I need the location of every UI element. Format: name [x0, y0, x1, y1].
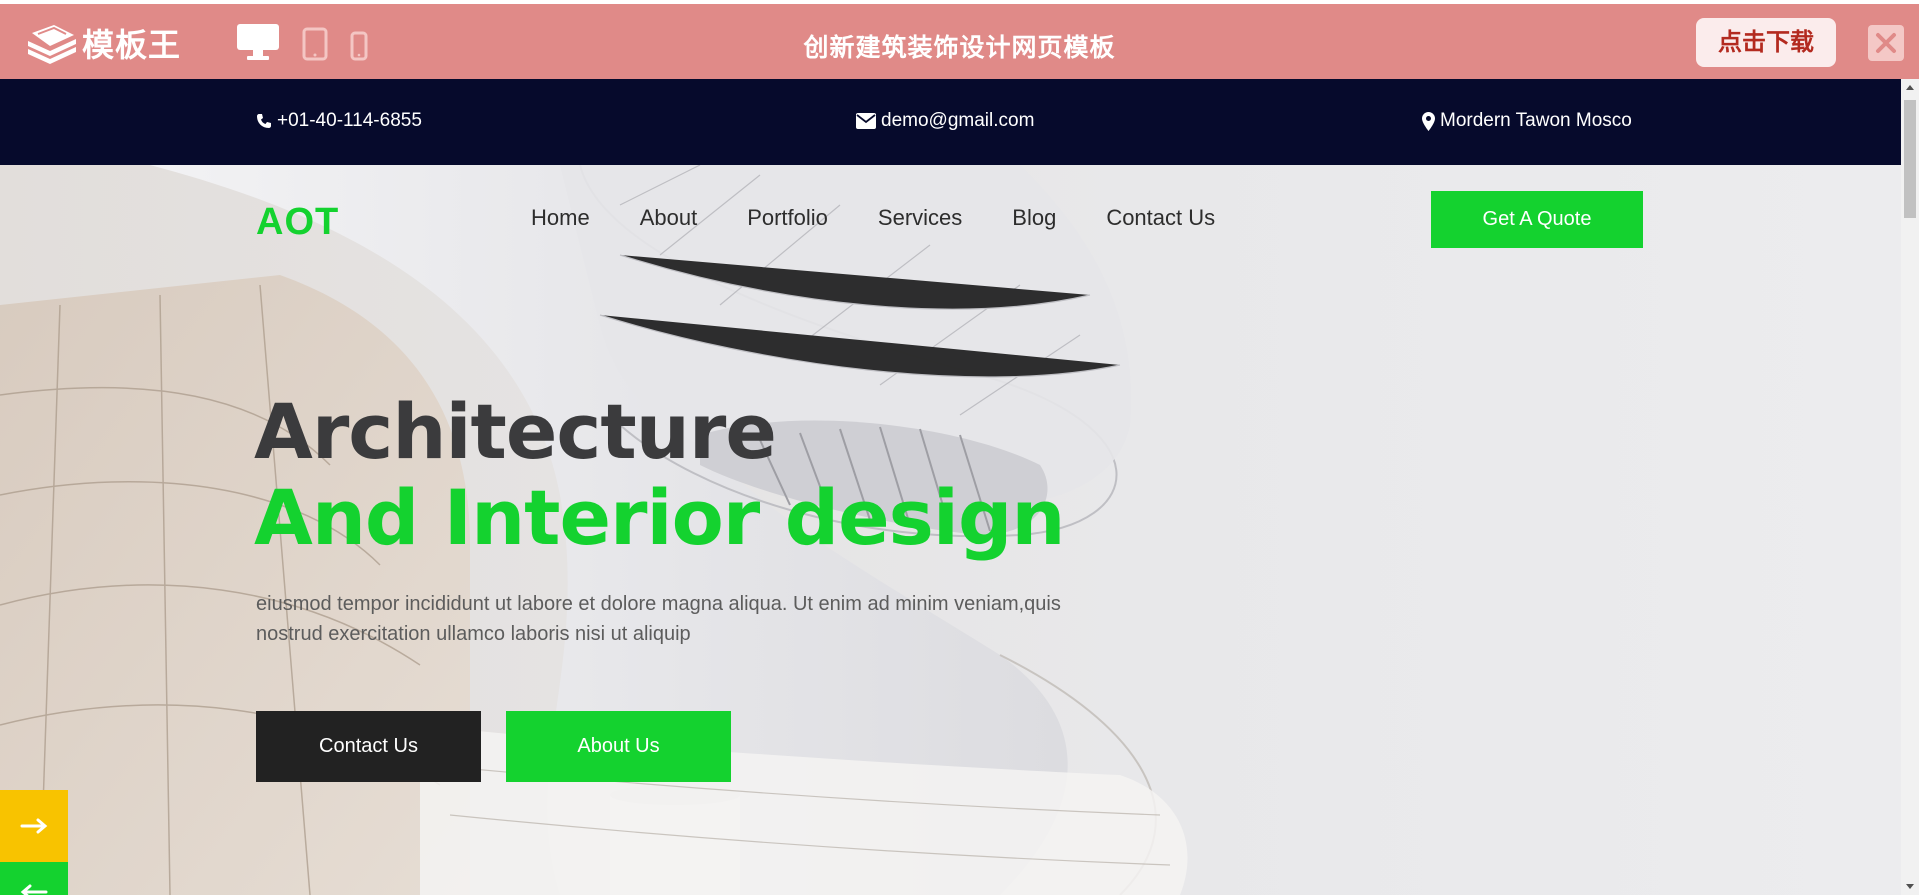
hero-section: AOT Home About Portfolio Services Blog C… [0, 165, 1901, 895]
get-quote-button[interactable]: Get A Quote [1431, 191, 1643, 248]
nav-item-home[interactable]: Home [531, 205, 590, 231]
contact-bar: +01-40-114-6855 demo@gmail.com Mordern T… [0, 79, 1901, 165]
arrow-left-icon [20, 884, 48, 895]
contact-email[interactable]: demo@gmail.com [856, 110, 1034, 132]
download-button[interactable]: 点击下载 [1696, 18, 1836, 67]
template-title: 创新建筑装饰设计网页模板 [803, 34, 1116, 62]
arrow-right-icon [20, 818, 48, 834]
main-nav: Home About Portfolio Services Blog Conta… [531, 205, 1265, 231]
scroll-down-arrow-icon[interactable] [1901, 878, 1919, 895]
hero-title: Architecture [254, 387, 777, 476]
page-scrollbar[interactable] [1901, 79, 1919, 895]
close-icon [1876, 33, 1896, 53]
envelope-icon [856, 113, 876, 129]
about-us-button[interactable]: About Us [506, 711, 731, 782]
contact-phone[interactable]: +01-40-114-6855 [256, 110, 422, 132]
nav-item-about[interactable]: About [640, 205, 698, 231]
scrollbar-thumb[interactable] [1904, 100, 1916, 218]
phone-icon [257, 114, 271, 128]
hero-subtitle: And Interior design [254, 473, 1065, 562]
address-text: Mordern Tawon Mosco [1440, 110, 1632, 131]
nav-item-services[interactable]: Services [878, 205, 962, 231]
close-button[interactable] [1868, 25, 1904, 61]
prev-slide-button[interactable] [0, 862, 68, 895]
site-logo-aot[interactable]: AOT [256, 201, 339, 244]
nav-item-contact[interactable]: Contact Us [1106, 205, 1215, 231]
map-marker-icon [1422, 111, 1435, 131]
email-text: demo@gmail.com [881, 110, 1035, 131]
nav-item-portfolio[interactable]: Portfolio [747, 205, 828, 231]
contact-address[interactable]: Mordern Tawon Mosco [1422, 110, 1632, 132]
contact-us-button[interactable]: Contact Us [256, 711, 481, 782]
nav-item-blog[interactable]: Blog [1012, 205, 1056, 231]
template-preview-bar: 模板王 创新建筑装饰设计网页模板 点击下载 [0, 4, 1919, 79]
scroll-up-arrow-icon[interactable] [1901, 79, 1919, 96]
hero-description: eiusmod tempor incididunt ut labore et d… [256, 593, 1061, 645]
phone-text: +01-40-114-6855 [277, 110, 422, 131]
next-slide-button[interactable] [0, 790, 68, 862]
